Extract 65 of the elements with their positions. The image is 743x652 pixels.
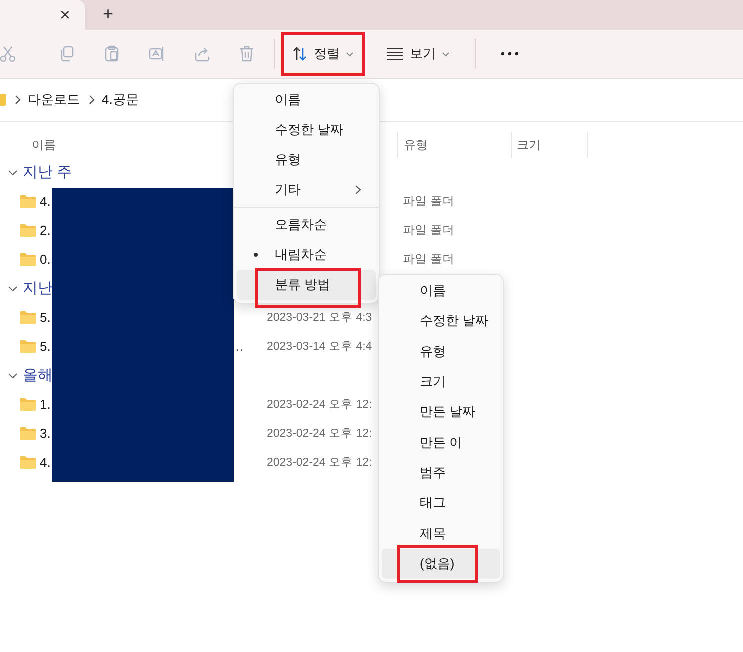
modified-date: 2023-02-24 오후 12: (267, 428, 372, 440)
group-header[interactable]: 지난 주 (23, 163, 72, 182)
chevron-icon (14, 95, 22, 105)
file-name[interactable]: 4. (40, 455, 51, 470)
menu-item[interactable]: 유형 (382, 336, 500, 367)
folder-icon (20, 195, 36, 208)
menu-item[interactable]: 분류 방법 (237, 270, 376, 300)
menu-item[interactable]: 이름 (237, 85, 376, 115)
chevron-icon[interactable] (8, 168, 18, 176)
file-name[interactable]: 1. (40, 397, 51, 412)
menu-item[interactable]: 태그 (382, 488, 500, 518)
file-name[interactable]: 3. (40, 426, 51, 441)
close-tab-button[interactable]: × (60, 5, 71, 25)
menu-item[interactable]: 범주 (382, 458, 500, 488)
file-name[interactable]: 4. (40, 194, 51, 209)
chevron-icon[interactable] (8, 284, 18, 292)
chevron-icon[interactable] (8, 372, 18, 380)
menu-item[interactable]: 수정한 날짜 (237, 115, 376, 145)
group-header[interactable]: 지난 (23, 279, 53, 298)
column-header[interactable]: 이름 (32, 136, 56, 154)
menu-item[interactable]: 수정한 날짜 (382, 306, 500, 337)
modified-date: 2023-03-14 오후 4:4 (267, 341, 372, 353)
group-header[interactable]: 올해 (23, 366, 53, 385)
modified-date: 2023-02-24 오후 12: (267, 457, 372, 469)
menu-item[interactable]: 내림차순 (237, 240, 376, 270)
folder-icon (20, 224, 36, 237)
folder-icon (20, 427, 36, 440)
file-type: 파일 폴더 (403, 194, 454, 208)
folder-icon (20, 311, 36, 324)
file-type: 파일 폴더 (403, 223, 454, 237)
folder-icon (20, 340, 36, 353)
chevron-icon (355, 185, 362, 195)
file-name[interactable]: 5. (40, 339, 51, 354)
sort-arrows-icon (292, 46, 308, 62)
menu-item[interactable]: 기타 (237, 175, 376, 205)
menu-item[interactable]: 유형 (237, 145, 376, 175)
menu-item[interactable]: 오름차순 (237, 210, 376, 240)
menu-item[interactable]: 이름 (382, 276, 500, 306)
folder-icon (20, 253, 36, 266)
menu-item[interactable]: 제목 (382, 518, 500, 549)
caret-icon (346, 50, 354, 58)
view-button[interactable]: 보기 (375, 32, 461, 76)
breadcrumb-item[interactable]: 4.공문 (102, 91, 139, 109)
new-tab-button[interactable]: + (103, 4, 114, 24)
column-header[interactable]: 크기 (517, 136, 541, 154)
menu-item[interactable]: (없음) (382, 548, 500, 579)
file-type: 파일 폴더 (403, 252, 454, 266)
sort-button[interactable]: 정렬 (281, 32, 365, 76)
file-name[interactable]: 5. (40, 310, 51, 325)
list-icon (386, 47, 404, 61)
breadcrumb-item[interactable]: 다운로드 (28, 91, 80, 109)
caret-icon (442, 50, 450, 58)
modified-date: 2023-03-21 오후 4:3 (267, 312, 372, 324)
folder-icon (0, 94, 6, 106)
column-header[interactable]: 유형 (404, 136, 428, 154)
folder-icon (20, 456, 36, 469)
file-name[interactable]: 0. (40, 252, 51, 267)
file-name[interactable]: 2. (40, 223, 51, 238)
menu-item[interactable]: 만든 날짜 (382, 397, 500, 428)
menu-item[interactable]: 만든 이 (382, 427, 500, 458)
menu-item[interactable]: 크기 (382, 366, 500, 398)
window-tab[interactable]: × (0, 0, 85, 30)
modified-date: 2023-02-24 오후 12: (267, 399, 372, 411)
folder-icon (20, 398, 36, 411)
chevron-icon (88, 95, 96, 105)
